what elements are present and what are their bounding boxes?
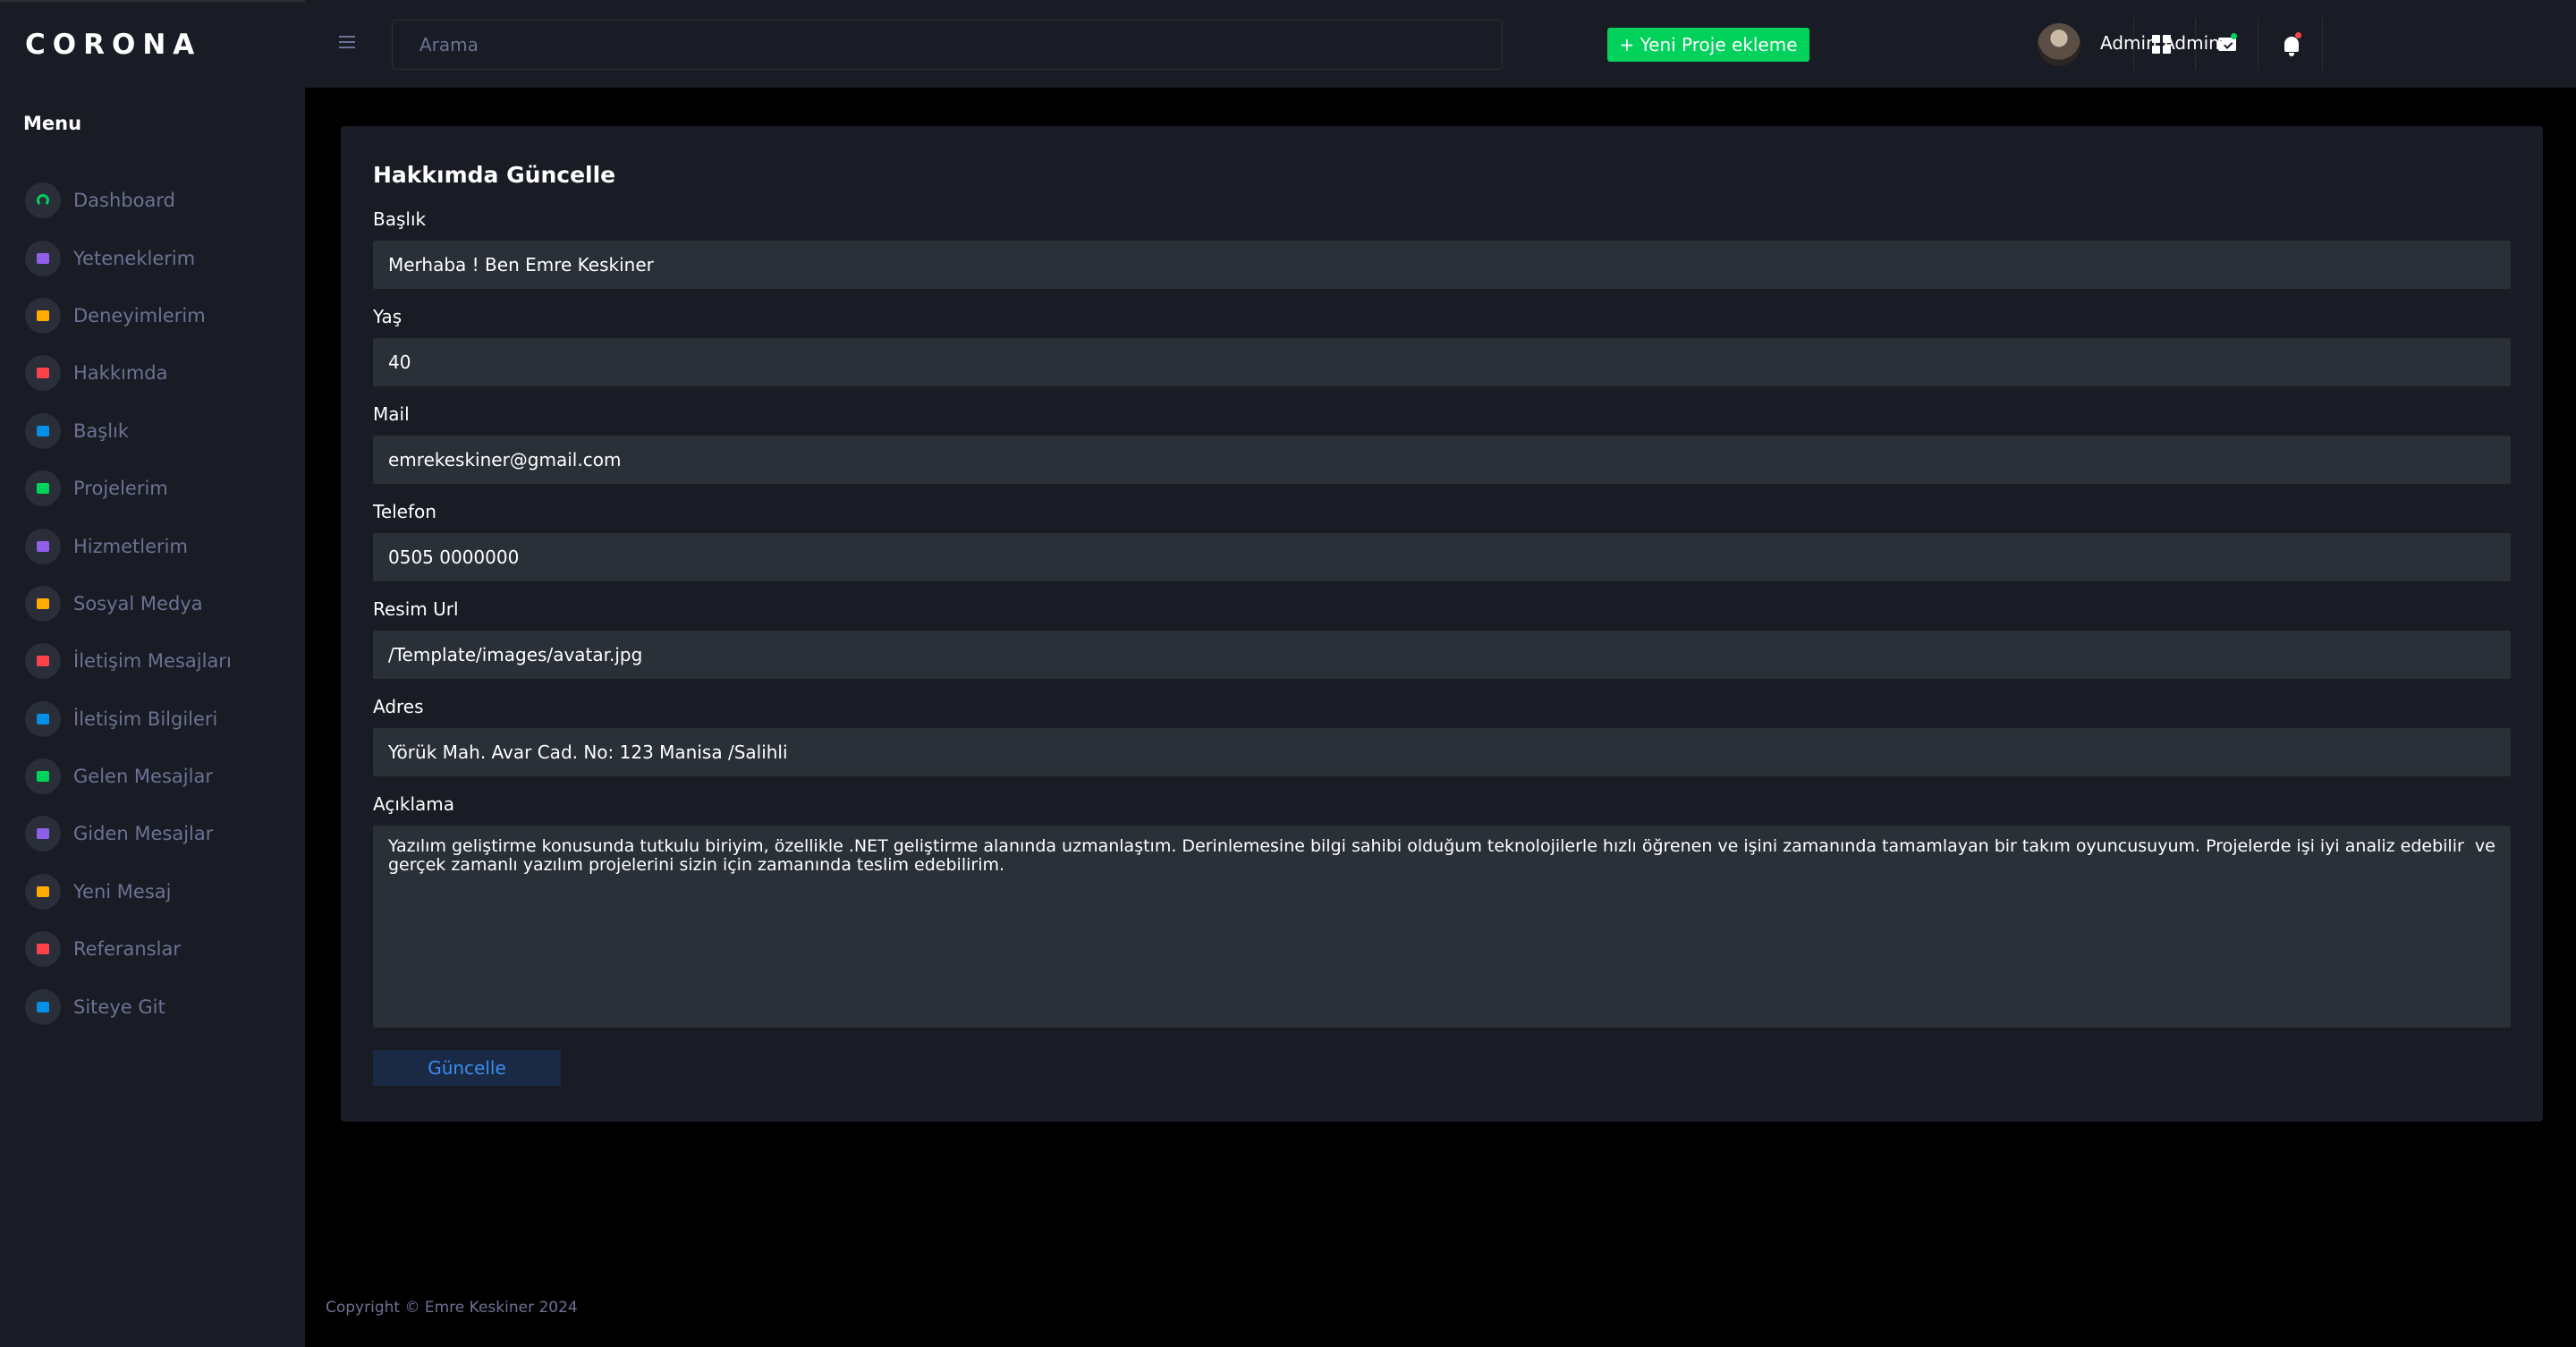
bell-icon[interactable] xyxy=(2275,28,2308,60)
speedometer-icon xyxy=(25,182,61,219)
contacts-icon xyxy=(25,700,61,737)
sidebar-item-label: Yeteneklerim xyxy=(73,247,196,269)
chevron-down-icon[interactable] xyxy=(2219,41,2228,46)
sidebar-item-giden-mesajlar[interactable]: Giden Mesajlar xyxy=(0,805,305,862)
brand-logo[interactable]: CORONA xyxy=(25,29,201,61)
menu-title: Menu xyxy=(23,113,82,134)
contacts-icon xyxy=(25,470,61,507)
sidebar-item-projelerim[interactable]: Projelerim xyxy=(0,460,305,517)
sidebar-item-yeteneklerim[interactable]: Yeteneklerim xyxy=(0,229,305,286)
telefon-field[interactable] xyxy=(373,533,2511,581)
aciklama-textarea[interactable]: Yazılım geliştirme konusunda tutkulu bir… xyxy=(373,826,2511,1028)
sidebar-item-hizmetlerim[interactable]: Hizmetlerim xyxy=(0,517,305,574)
user-name[interactable]: Admin Admin xyxy=(2100,32,2220,54)
divider xyxy=(2322,18,2323,70)
sidebar-item-gelen-mesajlar[interactable]: Gelen Mesajlar xyxy=(0,748,305,805)
field-label-aciklama: Açıklama xyxy=(373,793,455,815)
field-label-baslik: Başlık xyxy=(373,208,427,230)
contacts-icon xyxy=(25,931,61,968)
sidebar-item-referanslar[interactable]: Referanslar xyxy=(0,920,305,978)
sidebar-item-label: Giden Mesajlar xyxy=(73,823,214,845)
sidebar-item-hakkimda[interactable]: Hakkımda xyxy=(0,344,305,402)
laptop-icon xyxy=(25,240,61,276)
adres-field[interactable] xyxy=(373,728,2511,776)
sidebar-item-deneyimlerim[interactable]: Deneyimlerim xyxy=(0,287,305,344)
sidebar-item-siteye-git[interactable]: Siteye Git xyxy=(0,978,305,1035)
footer-copyright: Copyright © Emre Keskiner 2024 xyxy=(326,1299,578,1317)
sidebar: CORONA Menu Dashboard Yeteneklerim Deney… xyxy=(0,0,305,1347)
contacts-icon xyxy=(25,873,61,910)
resim-url-field[interactable] xyxy=(373,631,2511,679)
contacts-icon xyxy=(25,816,61,852)
sidebar-item-label: Hakkımda xyxy=(73,362,168,385)
sidebar-item-label: Deneyimlerim xyxy=(73,304,206,326)
sidebar-item-label: Hizmetlerim xyxy=(73,535,188,557)
table-icon xyxy=(25,355,61,392)
sidebar-item-label: Yeni Mesaj xyxy=(73,880,172,902)
mail-field[interactable] xyxy=(373,436,2511,484)
contacts-icon xyxy=(25,643,61,680)
mail-notification-dot xyxy=(2231,33,2237,39)
chart-bar-icon xyxy=(25,412,61,449)
sidebar-item-label: Siteye Git xyxy=(73,995,165,1018)
menu-toggle-icon[interactable] xyxy=(339,36,355,48)
new-project-button[interactable]: + Yeni Proje ekleme xyxy=(1607,28,1809,62)
sidebar-item-label: İletişim Mesajları xyxy=(73,650,232,673)
sidebar-item-baslik[interactable]: Başlık xyxy=(0,402,305,460)
sidebar-item-label: Gelen Mesajlar xyxy=(73,766,213,788)
field-label-yas: Yaş xyxy=(373,306,402,327)
sidebar-item-sosyal-medya[interactable]: Sosyal Medya xyxy=(0,575,305,632)
sidebar-item-label: Başlık xyxy=(73,419,130,442)
sidebar-nav: Dashboard Yeteneklerim Deneyimlerim Hakk… xyxy=(0,172,305,1036)
sidebar-item-iletisim-bilgileri[interactable]: İletişim Bilgileri xyxy=(0,690,305,748)
sidebar-item-dashboard[interactable]: Dashboard xyxy=(0,172,305,229)
field-label-resim-url: Resim Url xyxy=(373,598,459,620)
contacts-icon xyxy=(25,528,61,564)
sidebar-item-label: Projelerim xyxy=(73,478,168,500)
page-title: Hakkımda Güncelle xyxy=(373,162,616,188)
avatar[interactable] xyxy=(2038,23,2080,66)
sidebar-item-label: Dashboard xyxy=(73,190,175,212)
sidebar-item-iletisim-mesajlari[interactable]: İletişim Mesajları xyxy=(0,632,305,690)
field-label-telefon: Telefon xyxy=(373,501,436,522)
contacts-icon xyxy=(25,585,61,622)
about-form-card: Hakkımda Güncelle Başlık Yaş Mail Telefo… xyxy=(341,126,2543,1122)
sidebar-item-label: Referanslar xyxy=(73,938,181,961)
update-button[interactable]: Güncelle xyxy=(373,1050,561,1086)
yas-field[interactable] xyxy=(373,338,2511,386)
field-label-mail: Mail xyxy=(373,403,410,425)
contacts-icon xyxy=(25,758,61,795)
search-input[interactable] xyxy=(392,20,1503,70)
field-label-adres: Adres xyxy=(373,696,424,717)
sidebar-item-yeni-mesaj[interactable]: Yeni Mesaj xyxy=(0,863,305,920)
baslik-field[interactable] xyxy=(373,241,2511,289)
sidebar-item-label: İletişim Bilgileri xyxy=(73,707,218,730)
playlist-icon xyxy=(25,297,61,334)
contacts-icon xyxy=(25,988,61,1025)
bell-notification-dot xyxy=(2295,32,2301,38)
sidebar-item-label: Sosyal Medya xyxy=(73,592,203,614)
